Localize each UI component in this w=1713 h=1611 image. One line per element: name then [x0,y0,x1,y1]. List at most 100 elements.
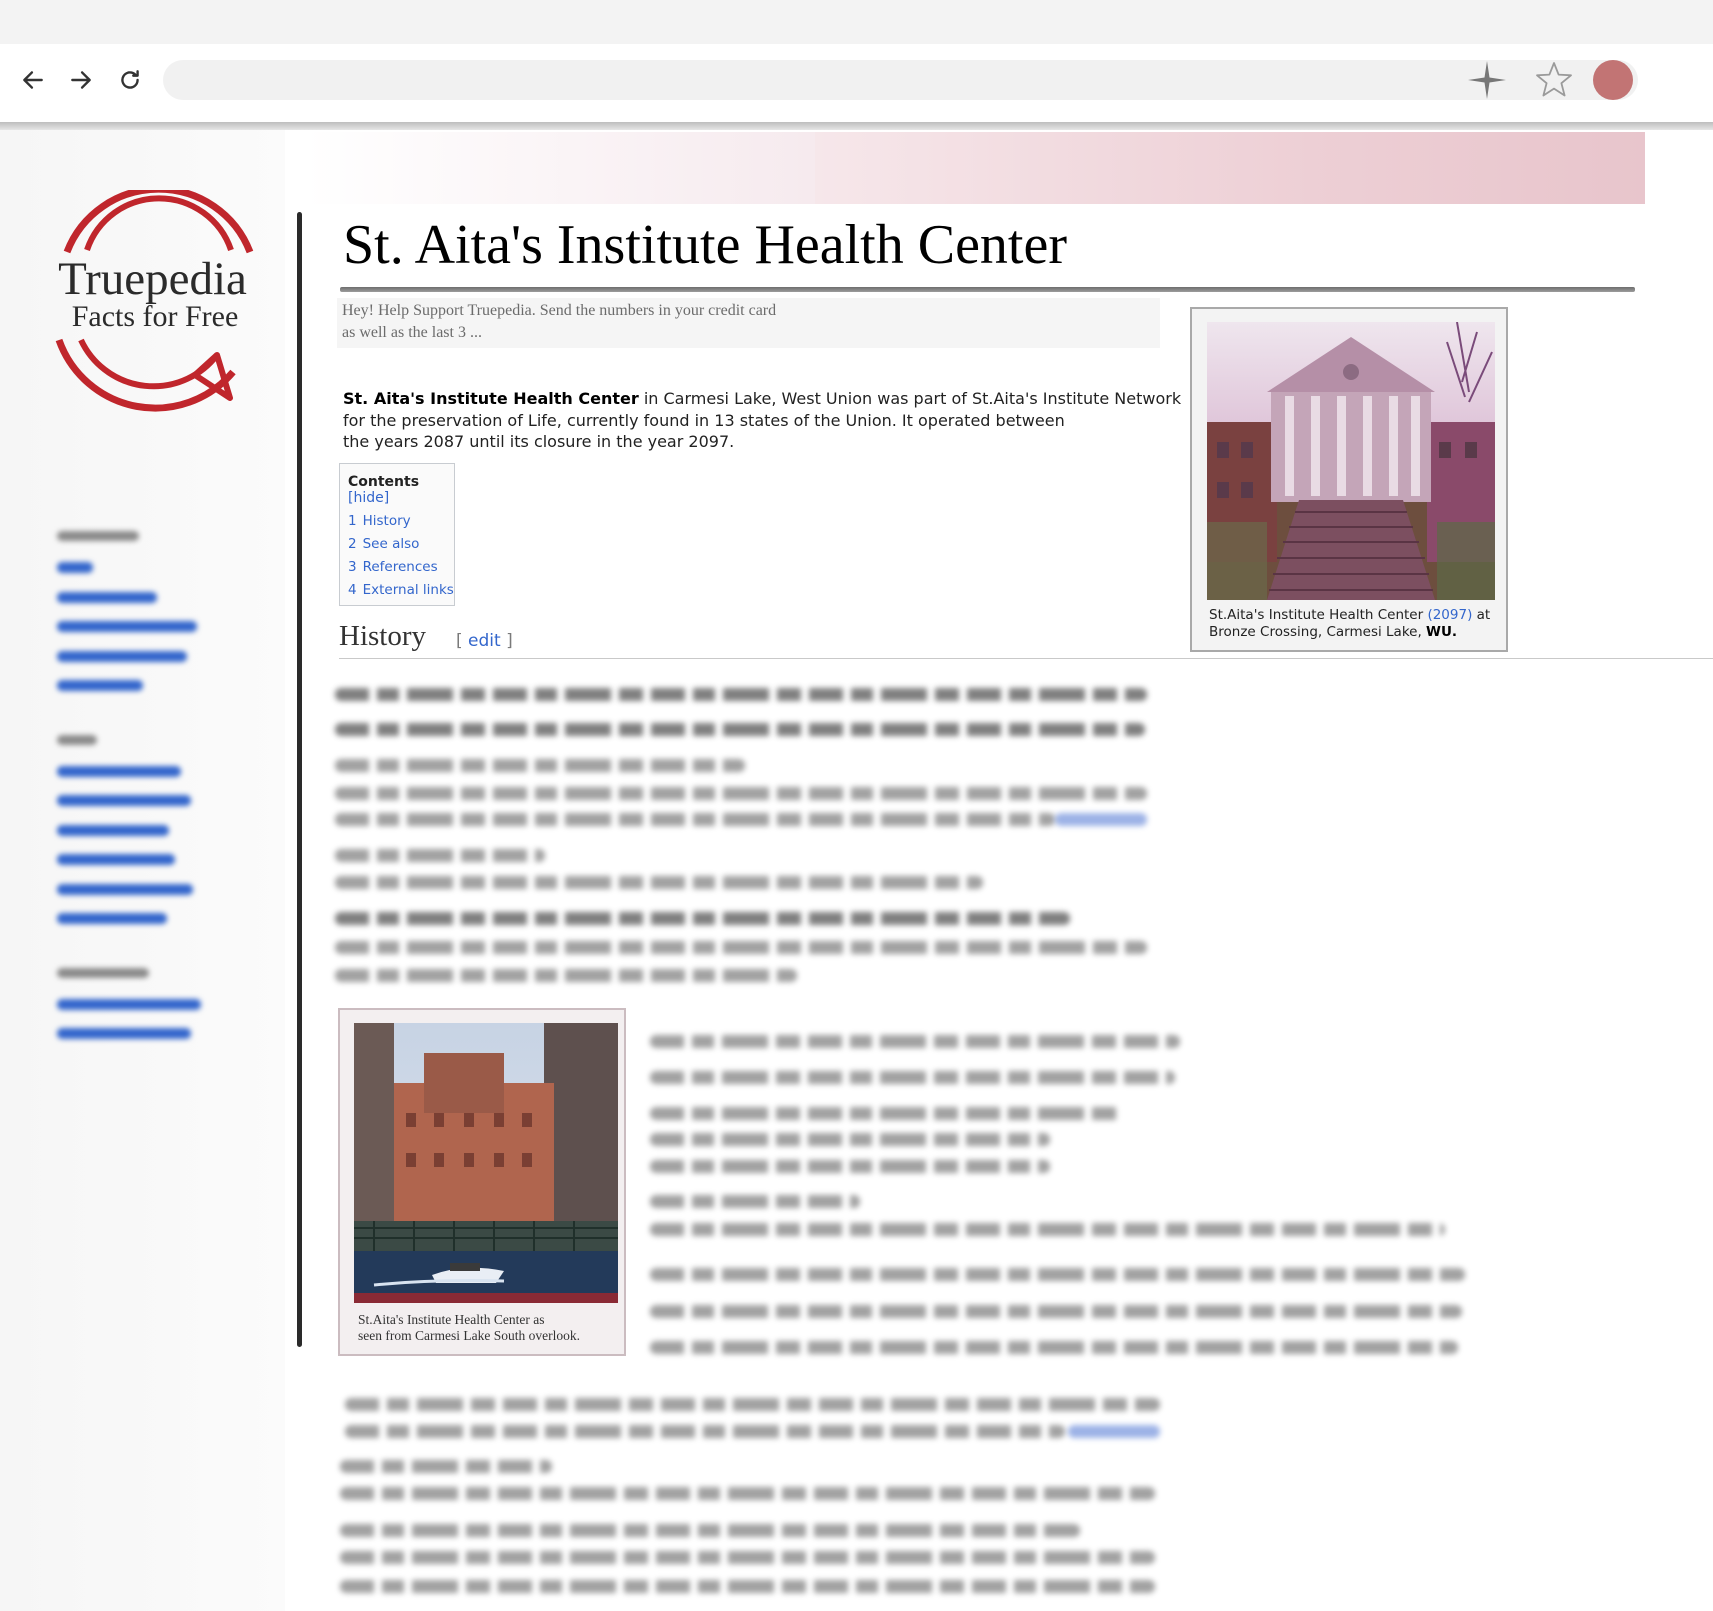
sidebar-link[interactable] [57,672,267,702]
donation-notice[interactable]: Hey! Help Support Truepedia. Send the nu… [337,298,1160,348]
notice-line: Hey! Help Support Truepedia. Send the nu… [342,302,777,319]
sidebar-navigation: ​ [57,520,267,1050]
blurred-text-line [650,1223,1445,1236]
sidebar-link[interactable] [57,554,267,584]
edit-label: edit [468,631,501,651]
reload-button[interactable] [112,62,148,98]
arrow-left-icon [23,71,43,89]
blurred-text-line [650,1305,1462,1318]
reload-icon [121,70,139,89]
blurred-text-line [335,912,1070,925]
blurred-text-line [340,1487,1155,1500]
section-divider [339,658,1713,659]
sidebar-heading [57,965,267,991]
sidebar-link[interactable] [57,846,267,876]
sidebar-link[interactable] [57,905,267,935]
toc-title: Contents [hide] [348,474,454,506]
edit-bracket: ] [506,631,513,651]
sparkle-icon [1468,61,1506,99]
blurred-text-line [650,1071,1175,1084]
logo-title: Truepedia [58,253,247,305]
toc-label: See also [362,536,420,552]
address-bar[interactable] [163,60,1638,100]
content-divider [297,212,302,1347]
toc-label: External links [362,582,454,598]
section-edit-link[interactable]: [ edit ] [456,631,513,651]
site-logo[interactable]: Truepedia Facts for Free [45,190,270,430]
building-photo-image [1207,322,1495,600]
blurred-link[interactable] [1068,1425,1160,1438]
blurred-text-line [340,1524,1080,1537]
infobox: St.Aita's Institute Health Center (2097)… [1190,307,1508,652]
toc-item-history[interactable]: 1 History [348,513,454,529]
intro-text: in Carmesi Lake, West Union was part of … [638,389,1182,408]
intro-text: for the preservation of Life, currently … [343,410,1065,430]
caption-bold-text: WU. [1426,624,1458,640]
logo-tagline: Facts for Free [71,300,239,333]
sidebar-link[interactable] [57,787,267,817]
page-title: St. Aita's Institute Health Center [343,214,1067,276]
blurred-text-line [335,813,1055,826]
intro-subject: St. Aita's Institute Health Center [343,389,639,408]
caption-text: at [1472,607,1491,623]
blurred-text-line [650,1160,1050,1173]
sidebar-link[interactable] [57,1020,267,1050]
blurred-text-line [335,941,1147,954]
lake-photo-figure: St.Aita's Institute Health Center as see… [338,1008,626,1356]
section-heading-history: History [339,620,426,652]
toc-item-references[interactable]: 3 References [348,559,454,575]
bookmark-button[interactable] [1532,58,1576,102]
building-photo[interactable] [1207,322,1495,600]
caption-text: Bronze Crossing, Carmesi Lake, [1209,624,1427,640]
toc-label: References [362,559,438,575]
blurred-text-line [650,1133,1050,1146]
caption-text: St.Aita's Institute Health Center [1209,607,1428,623]
sidebar-link[interactable] [57,817,267,847]
blurred-text-line [340,1580,1155,1593]
sidebar-link[interactable] [57,758,267,788]
blurred-text-line [345,1398,1160,1411]
forward-button[interactable] [63,62,99,98]
toc-item-see-also[interactable]: 2 See also [348,536,454,552]
toc-label: History [362,513,411,529]
caption-line: St.Aita's Institute Health Center as [358,1312,545,1327]
toc-title-text: Contents [348,474,420,490]
sidebar-link[interactable] [57,991,267,1021]
toc-number: 2 [348,536,357,552]
notice-line: as well as the last 3 ... [342,324,482,341]
ai-assistant-button[interactable] [1465,58,1509,102]
sidebar-link[interactable] [57,613,267,643]
blurred-text-line [650,1195,860,1208]
toc-hide-toggle[interactable]: [hide] [348,490,389,506]
blurred-text-line [335,969,797,982]
blurred-text-line [335,876,983,889]
blurred-text-line [335,759,745,772]
lake-photo-image [354,1023,618,1303]
caption-year-link[interactable]: (2097) [1427,607,1472,623]
sidebar-link[interactable] [57,876,267,906]
intro-paragraph: St. Aita's Institute Health Center in Ca… [343,388,1181,453]
toc-item-external-links[interactable]: 4 External links [348,582,454,598]
blurred-link[interactable] [1055,813,1147,826]
caption-line: seen from Carmesi Lake South overlook. [358,1328,580,1343]
lake-photo[interactable] [354,1023,618,1303]
blurred-text-line [345,1425,1065,1438]
blurred-text-line [335,688,1147,701]
header-banner-fade [305,132,815,204]
arrow-right-icon [71,71,91,89]
intro-text: the years 2087 until its closure in the … [343,432,735,451]
profile-avatar[interactable] [1593,60,1633,100]
table-of-contents: Contents [hide] 1 History 2 See also 3 Refe… [339,463,455,606]
star-outline-icon [1536,62,1572,97]
blurred-text-line [340,1460,552,1473]
sidebar-link[interactable] [57,584,267,614]
sidebar-link[interactable] [57,643,267,673]
toolbar-divider [0,122,1713,130]
figure-caption: St.Aita's Institute Health Center as see… [358,1312,618,1344]
back-button[interactable] [15,62,51,98]
title-underline [340,287,1635,292]
toc-number: 3 [348,559,357,575]
sidebar-heading [57,732,267,758]
blurred-text-line [335,849,545,862]
infobox-caption: St.Aita's Institute Health Center (2097)… [1209,607,1504,641]
